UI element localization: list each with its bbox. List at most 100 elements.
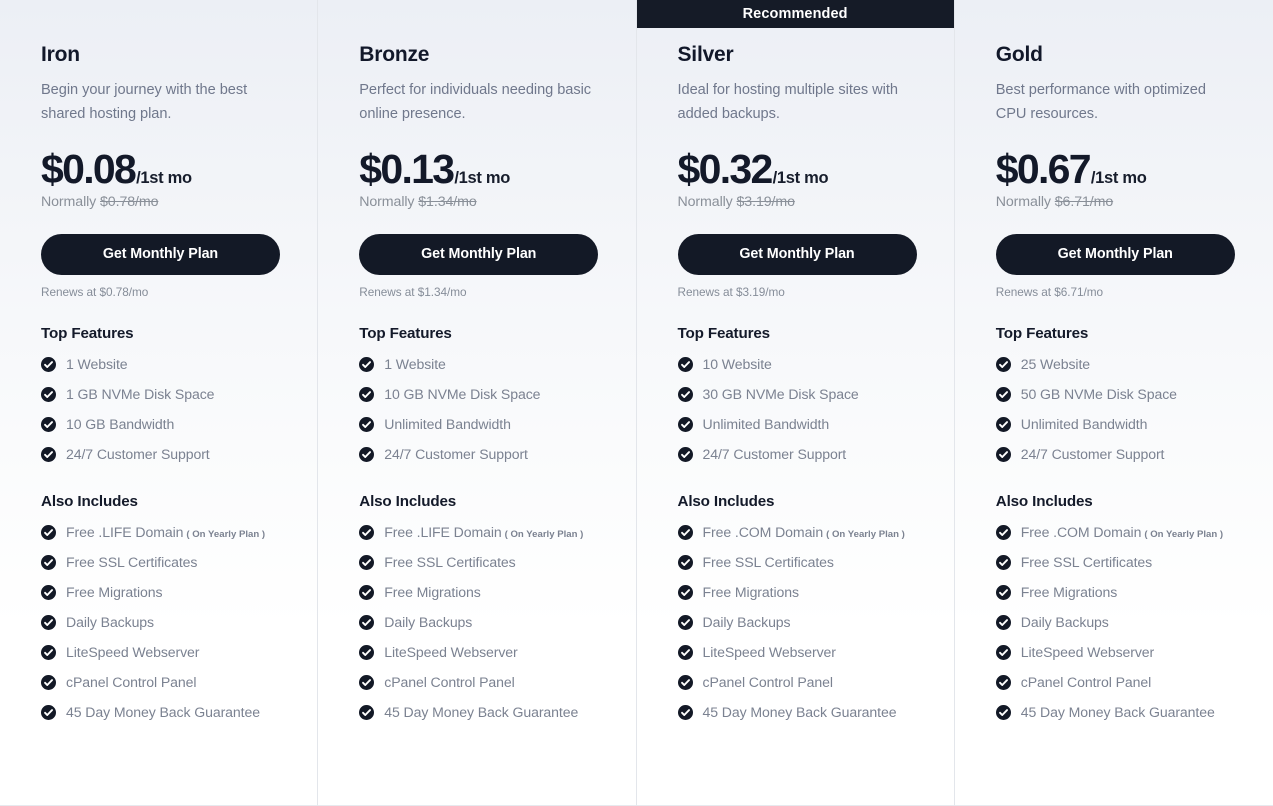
get-monthly-plan-button-silver[interactable]: Get Monthly Plan <box>677 233 917 275</box>
feature-label: cPanel Control Panel <box>66 673 197 690</box>
feature-label-wrap: LiteSpeed Webserver <box>66 643 199 662</box>
plan-renewal-note: Renews at $6.71/mo <box>995 284 1104 299</box>
top-features-title: Top Features <box>677 324 771 342</box>
check-circle-icon <box>677 704 693 720</box>
feature-condition-note: ( On Yearly Plan ) <box>186 528 266 540</box>
check-circle-icon <box>995 644 1011 660</box>
check-circle-icon <box>359 416 375 432</box>
feature-label: LiteSpeed Webserver <box>384 643 518 660</box>
banner-spacer <box>318 0 635 28</box>
feature-item: Free SSL Certificates <box>677 553 914 572</box>
check-circle-icon <box>41 674 56 690</box>
check-circle-icon <box>995 446 1011 462</box>
feature-label-wrap: 45 Day Money Back Guarantee <box>1021 703 1215 722</box>
plan-card-bronze[interactable]: Bronze Perfect for individuals needing b… <box>318 0 637 806</box>
check-circle-icon <box>41 554 56 570</box>
feature-item: 45 Day Money Back Guarantee <box>41 703 277 722</box>
feature-item: 45 Day Money Back Guarantee <box>677 703 914 722</box>
feature-item: Free .LIFE Domain( On Yearly Plan ) <box>41 523 277 542</box>
feature-label: LiteSpeed Webserver <box>66 643 200 660</box>
plan-name: Iron <box>41 43 80 66</box>
feature-label: Daily Backups <box>1020 613 1109 630</box>
plan-card-iron[interactable]: Iron Begin your journey with the best sh… <box>0 0 319 806</box>
normally-struck-price: $6.71/mo <box>1054 193 1114 210</box>
feature-condition-note: ( On Yearly Plan ) <box>826 528 905 540</box>
plan-description: Begin your journey with the best shared … <box>41 82 248 122</box>
check-circle-icon <box>677 584 693 600</box>
plan-renewal-note: Renews at $3.19/mo <box>677 284 785 299</box>
top-features-title: Top Features <box>41 324 134 342</box>
check-circle-icon <box>677 554 693 570</box>
feature-label-wrap: cPanel Control Panel <box>66 673 197 692</box>
feature-item: LiteSpeed Webserver <box>41 643 277 662</box>
feature-label-wrap: 10 Website <box>703 355 772 374</box>
feature-label: 30 GB NVMe Disk Space <box>702 385 859 402</box>
feature-item: Free SSL Certificates <box>359 553 595 572</box>
check-circle-icon <box>359 704 375 720</box>
feature-label-wrap: Daily Backups <box>384 613 472 632</box>
check-circle-icon <box>677 386 693 402</box>
feature-label-wrap: Free .COM Domain( On Yearly Plan ) <box>703 523 905 542</box>
check-circle-icon <box>41 356 56 372</box>
check-circle-icon <box>995 584 1011 600</box>
check-circle-icon <box>41 614 56 630</box>
feature-item: 30 GB NVMe Disk Space <box>677 385 914 404</box>
feature-label-wrap: 45 Day Money Back Guarantee <box>384 703 578 722</box>
plan-normal-price: Normally $3.19/mo <box>678 194 914 210</box>
normally-prefix: Normally <box>41 193 101 210</box>
feature-item: Daily Backups <box>995 613 1233 632</box>
feature-label-wrap: Free Migrations <box>703 583 800 602</box>
check-circle-icon <box>41 644 56 660</box>
also-includes-list: Free .LIFE Domain( On Yearly Plan ) Free … <box>359 523 595 722</box>
plan-price-row: $0.67 /1st mo <box>996 148 1233 191</box>
feature-item: 45 Day Money Back Guarantee <box>359 703 595 722</box>
feature-label: Free SSL Certificates <box>1020 553 1153 570</box>
pricing-plans-grid: Iron Begin your journey with the best sh… <box>0 0 1273 806</box>
feature-item: cPanel Control Panel <box>359 673 595 692</box>
feature-label: 50 GB NVMe Disk Space <box>1020 385 1177 402</box>
feature-label: Daily Backups <box>66 613 154 630</box>
check-circle-icon <box>677 446 693 462</box>
check-circle-icon <box>995 614 1011 630</box>
feature-label-wrap: cPanel Control Panel <box>384 673 515 692</box>
feature-label: 45 Day Money Back Guarantee <box>384 703 579 720</box>
feature-label: Free SSL Certificates <box>66 553 198 570</box>
feature-label-wrap: Free SSL Certificates <box>1021 553 1152 572</box>
normally-prefix: Normally <box>677 193 737 210</box>
feature-item: Unlimited Bandwidth <box>677 415 914 434</box>
feature-label: 10 Website <box>702 355 772 372</box>
feature-item: cPanel Control Panel <box>677 673 914 692</box>
feature-label: cPanel Control Panel <box>702 673 834 690</box>
get-monthly-plan-button-bronze[interactable]: Get Monthly Plan <box>359 233 599 275</box>
get-monthly-plan-button-iron[interactable]: Get Monthly Plan <box>41 233 280 275</box>
plan-price-period: /1st mo <box>136 169 192 188</box>
feature-label-wrap: LiteSpeed Webserver <box>384 643 517 662</box>
plan-card-silver[interactable]: Recommended Silver Ideal for hosting mul… <box>636 0 955 806</box>
feature-label-wrap: LiteSpeed Webserver <box>703 643 836 662</box>
plan-price-amount: $0.67 <box>995 146 1092 193</box>
feature-item: Free SSL Certificates <box>41 553 277 572</box>
feature-item: 24/7 Customer Support <box>995 445 1233 464</box>
feature-item: 10 GB Bandwidth <box>41 415 277 434</box>
feature-label-wrap: 24/7 Customer Support <box>66 445 210 464</box>
feature-label-wrap: 10 GB Bandwidth <box>66 415 174 434</box>
feature-label-wrap: Free Migrations <box>1020 583 1118 602</box>
feature-label: Free Migrations <box>1020 583 1118 600</box>
feature-label: LiteSpeed Webserver <box>1020 643 1155 660</box>
feature-label-wrap: 1 GB NVMe Disk Space <box>66 385 214 404</box>
feature-label: Daily Backups <box>384 613 473 630</box>
feature-label: Free .LIFE Domain <box>384 523 502 540</box>
normally-struck-price: $3.19/mo <box>736 193 795 210</box>
plan-price-amount: $0.13 <box>359 146 455 193</box>
check-circle-icon <box>995 386 1011 402</box>
feature-label-wrap: 24/7 Customer Support <box>1021 445 1165 464</box>
plan-price-period: /1st mo <box>772 169 829 188</box>
check-circle-icon <box>995 416 1011 432</box>
get-monthly-plan-button-gold[interactable]: Get Monthly Plan <box>995 233 1235 275</box>
plan-renewal-note: Renews at $1.34/mo <box>359 284 467 299</box>
feature-label: Daily Backups <box>702 613 791 630</box>
plan-renewal-note: Renews at $0.78/mo <box>41 284 149 299</box>
plan-card-gold[interactable]: Gold Best performance with optimized CPU… <box>954 0 1273 806</box>
feature-label: cPanel Control Panel <box>1020 673 1152 690</box>
feature-label-wrap: Free .COM Domain( On Yearly Plan ) <box>1021 523 1223 542</box>
